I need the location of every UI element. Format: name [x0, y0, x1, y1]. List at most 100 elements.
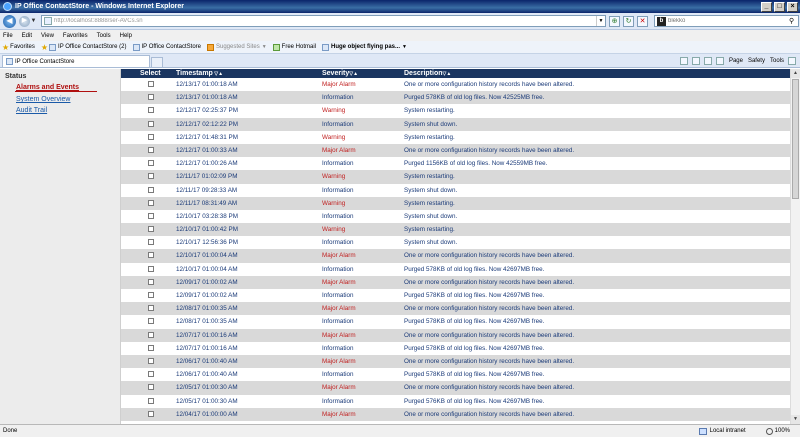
cell-description: System restarting. [404, 199, 455, 207]
row-select-checkbox[interactable] [148, 357, 154, 364]
cell-severity: Major Alarm [322, 305, 356, 313]
menu-file[interactable]: File [3, 33, 13, 39]
fav-item-suggested-sites[interactable]: Suggested Sites ▼ [207, 43, 267, 51]
tools-menu[interactable]: Tools [770, 58, 784, 64]
row-select-checkbox[interactable] [148, 278, 154, 285]
cell-timestamp: 12/13/17 01:00:18 AM [176, 94, 238, 102]
row-select-checkbox[interactable] [148, 344, 154, 351]
column-timestamp[interactable]: Timestamp ▽▲ [176, 70, 223, 77]
status-text: Done [3, 428, 18, 434]
menu-edit[interactable]: Edit [22, 33, 32, 39]
row-select-checkbox[interactable] [148, 384, 154, 391]
row-select-checkbox[interactable] [148, 94, 154, 101]
row-select-checkbox[interactable] [148, 146, 154, 153]
rss-icon [207, 43, 214, 51]
search-input[interactable] [668, 18, 789, 24]
row-select-checkbox[interactable] [148, 160, 154, 167]
column-description[interactable]: Description▽▲ [404, 70, 451, 77]
scroll-thumb[interactable] [792, 79, 799, 199]
search-icon[interactable]: ⚲ [789, 17, 798, 25]
row-select-checkbox[interactable] [148, 120, 154, 127]
row-select-checkbox[interactable] [148, 173, 154, 180]
row-select-checkbox[interactable] [148, 212, 154, 219]
menu-help[interactable]: Help [120, 33, 132, 39]
row-select-checkbox[interactable] [148, 410, 154, 417]
cell-description: Purged 1156KB of old log files. Now 4255… [404, 160, 548, 168]
page-menu[interactable]: Page [729, 58, 743, 64]
tab-ip-office[interactable]: IP Office ContactStore [2, 55, 150, 67]
recent-pages-dropdown[interactable]: ▼ [30, 18, 37, 24]
row-select-checkbox[interactable] [148, 81, 154, 87]
zoom-control[interactable]: 100% [765, 427, 790, 435]
menu-tools[interactable]: Tools [97, 33, 111, 39]
feeds-icon[interactable] [691, 57, 700, 65]
address-input[interactable] [54, 16, 596, 26]
cell-description: System shut down. [404, 239, 458, 247]
column-severity[interactable]: Severity▽▲ [322, 70, 358, 77]
row-select-checkbox[interactable] [148, 318, 154, 325]
row-select-checkbox[interactable] [148, 252, 154, 259]
cell-description: Purged 578KB of old log files. Now 42525… [404, 94, 545, 102]
search-field[interactable]: b ⚲ [654, 15, 799, 27]
cell-timestamp: 12/05/17 01:00:30 AM [176, 384, 238, 392]
fav-item[interactable]: Huge object flying pas... ▼ [322, 43, 407, 51]
maximize-button[interactable]: □ [774, 1, 785, 12]
close-window-button[interactable]: × [787, 1, 798, 12]
cell-severity: Warning [322, 173, 346, 181]
minimize-button[interactable]: _ [761, 1, 772, 12]
row-select-checkbox[interactable] [148, 133, 154, 140]
fav-item[interactable]: IP Office ContactStore (2) [49, 43, 127, 51]
row-select-checkbox[interactable] [148, 239, 154, 246]
row-select-checkbox[interactable] [148, 305, 154, 312]
cell-description: One or more configuration history record… [404, 81, 575, 88]
row-select-checkbox[interactable] [148, 199, 154, 206]
home-icon[interactable] [679, 57, 688, 65]
scroll-up-icon[interactable]: ▲ [791, 69, 800, 78]
forward-button[interactable]: ▶ [19, 15, 30, 27]
scroll-down-icon[interactable]: ▼ [791, 415, 800, 424]
back-button[interactable]: ◀ [3, 14, 16, 28]
compatibility-view-icon[interactable]: ⊕ [609, 15, 620, 27]
row-select-checkbox[interactable] [148, 292, 154, 298]
row-select-checkbox[interactable] [148, 397, 154, 404]
fav-item[interactable]: IP Office ContactStore [132, 43, 201, 51]
address-dropdown-icon[interactable]: ▼ [596, 16, 605, 26]
row-select-checkbox[interactable] [148, 371, 154, 378]
row-select-checkbox[interactable] [148, 265, 154, 272]
chevron-down-icon: ▼ [402, 44, 407, 50]
fav-item[interactable]: Free Hotmail [272, 43, 316, 51]
menu-favorites[interactable]: Favorites [63, 33, 88, 39]
add-favorite-icon[interactable]: ★ [41, 43, 48, 52]
cell-description: System restarting. [404, 173, 455, 181]
sort-icon[interactable]: ▽▲ [443, 71, 452, 77]
chevron-down-icon: ▼ [261, 44, 267, 50]
page-icon [44, 17, 52, 25]
tab-row: IP Office ContactStore Page Safety Tools [0, 54, 800, 68]
table-body: 12/13/17 01:00:18 AM Major Alarm One or mo… [121, 78, 790, 421]
page-icon [322, 43, 329, 51]
sort-icon[interactable]: ▽▲ [213, 71, 223, 77]
sidebar-item-system-overview[interactable]: System Overview [16, 96, 70, 103]
menu-view[interactable]: View [41, 33, 54, 39]
help-icon[interactable] [788, 57, 796, 65]
print-icon[interactable] [715, 57, 724, 65]
stop-icon[interactable]: ✕ [637, 15, 648, 27]
new-tab-button[interactable] [151, 57, 163, 67]
refresh-icon[interactable]: ↻ [623, 15, 634, 27]
sidebar-item-audit-trail[interactable]: Audit Trail [16, 107, 47, 114]
row-select-checkbox[interactable] [148, 226, 154, 233]
address-field[interactable]: ▼ [41, 15, 606, 27]
favorites-star-icon[interactable]: ★ [2, 43, 9, 52]
row-select-checkbox[interactable] [148, 331, 154, 338]
favorites-button[interactable]: Favorites [10, 44, 35, 50]
row-select-checkbox[interactable] [148, 186, 154, 193]
table-row: 12/13/17 01:00:18 AM Major Alarm One or mo… [121, 78, 790, 91]
sort-icon[interactable]: ▽▲ [349, 71, 358, 77]
safety-menu[interactable]: Safety [748, 58, 765, 64]
security-zone[interactable]: Local intranet [698, 427, 746, 435]
vertical-scrollbar[interactable]: ▲ ▼ [790, 69, 800, 424]
row-select-checkbox[interactable] [148, 107, 154, 114]
sidebar-item-alarms-and-events[interactable]: Alarms and Events [16, 84, 79, 91]
cell-timestamp: 12/08/17 01:00:35 AM [176, 318, 238, 326]
mail-icon[interactable] [703, 57, 712, 65]
